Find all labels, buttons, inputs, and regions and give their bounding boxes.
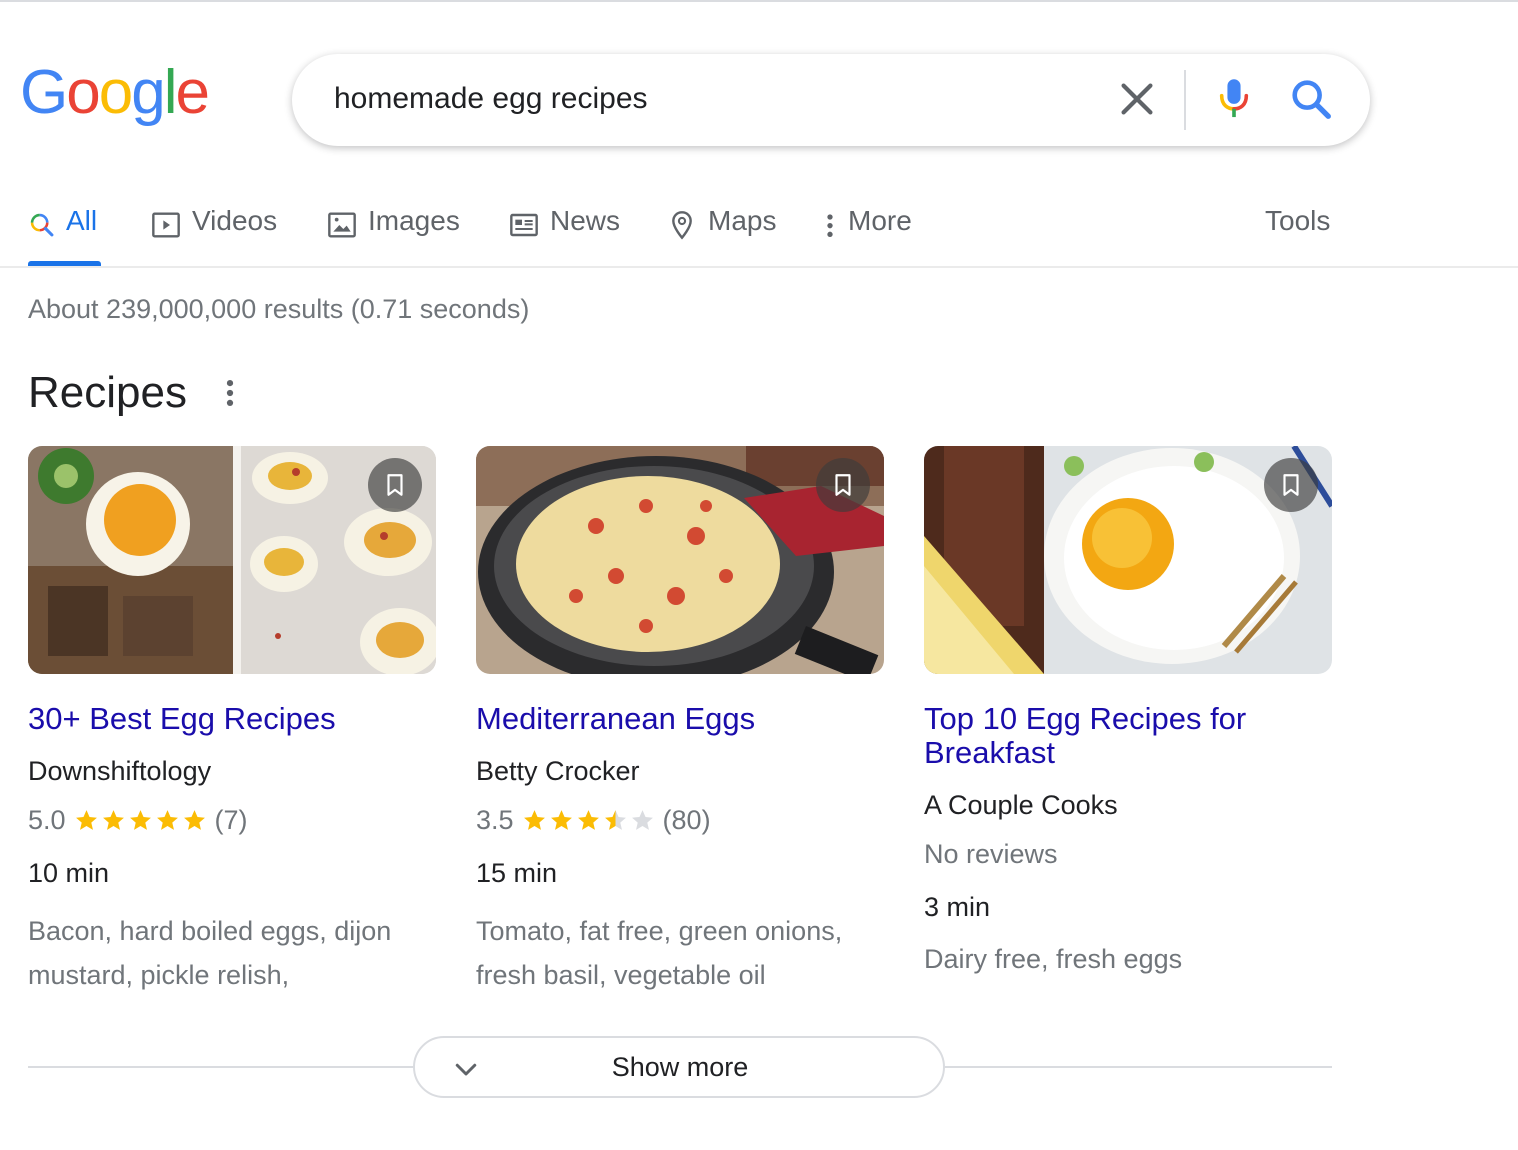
show-more-divider [28, 1066, 413, 1068]
google-logo[interactable]: Google [20, 58, 210, 127]
ingredients-line: Bacon, hard boiled eggs, dijon [28, 916, 392, 946]
bookmark-icon [1283, 474, 1299, 496]
recipe-image[interactable] [28, 446, 436, 674]
vertical-dots-icon [827, 214, 833, 237]
tools-button[interactable]: Tools [1265, 195, 1330, 267]
star-icon [75, 810, 97, 830]
news-icon [510, 213, 538, 237]
recipe-title[interactable]: 30+ Best Egg Recipes [28, 702, 436, 736]
tab-label: All [66, 205, 98, 236]
ingredients: Tomato, fat free, green onions, fresh ba… [476, 909, 884, 997]
review-count: (80) [662, 805, 711, 835]
star-icon [156, 810, 178, 830]
star-icon [577, 810, 599, 830]
recipe-card[interactable]: 30+ Best Egg Recipes Downshiftology 5.0 … [28, 446, 436, 997]
star-icon [604, 810, 626, 830]
star-icon [183, 810, 205, 830]
video-icon [152, 212, 180, 238]
tab-videos[interactable]: Videos [150, 195, 277, 267]
tab-label: Maps [708, 205, 777, 236]
star-rating [74, 808, 209, 833]
tab-label: More [848, 205, 912, 236]
close-icon[interactable] [1114, 76, 1160, 122]
save-recipe-button[interactable] [816, 458, 870, 512]
bookmark-icon [387, 474, 403, 496]
search-tabs: All Videos Images News Maps More Tools [0, 195, 1518, 267]
recipe-title-line: Breakfast [924, 735, 1055, 770]
tab-more[interactable]: More [822, 195, 912, 267]
star-rating [522, 808, 657, 833]
cook-time: 3 min [924, 892, 991, 922]
star-icon [129, 810, 151, 830]
cook-time: 10 min [28, 858, 110, 888]
show-more-label: Show more [611, 1052, 749, 1082]
search-icon [30, 213, 54, 237]
bookmark-icon [835, 474, 851, 496]
image-icon [328, 212, 356, 238]
tab-label: News [550, 205, 621, 236]
search-icon[interactable] [1288, 76, 1334, 122]
tools-label: Tools [1265, 205, 1331, 236]
logo-letter: o [66, 58, 101, 127]
logo-letter: e [175, 58, 210, 127]
no-reviews: No reviews [924, 839, 1058, 869]
map-pin-icon [672, 211, 692, 240]
section-title: Recipes [28, 368, 187, 417]
microphone-icon[interactable] [1214, 76, 1254, 122]
search-divider [1184, 70, 1186, 130]
search-input[interactable]: homemade egg recipes [334, 82, 648, 116]
recipe-source: A Couple Cooks [924, 790, 1118, 820]
tab-news[interactable]: News [508, 195, 620, 267]
ingredients-line: Tomato, fat free, green onions, [476, 916, 843, 946]
recipe-rating: 5.0 (7) [28, 805, 436, 836]
save-recipe-button[interactable] [1264, 458, 1318, 512]
recipe-title-line: Top 10 Egg Recipes for [924, 701, 1247, 736]
results-count: About 239,000,000 results (0.71 seconds) [28, 294, 530, 324]
ingredients-line: fresh basil, vegetable oil [476, 960, 766, 990]
ingredients-line: Dairy free, fresh eggs [924, 944, 1183, 974]
recipe-rating: 3.5 (80) [476, 805, 884, 836]
star-icon [631, 810, 653, 830]
cook-time: 15 min [476, 858, 558, 888]
logo-letter: G [20, 58, 68, 127]
star-icon [523, 810, 545, 830]
ingredients: Bacon, hard boiled eggs, dijon mustard, … [28, 909, 436, 997]
tab-label: Images [368, 205, 460, 236]
ingredients-line: mustard, pickle relish, [28, 960, 290, 990]
recipe-title[interactable]: Top 10 Egg Recipes for Breakfast [924, 702, 1332, 770]
save-recipe-button[interactable] [368, 458, 422, 512]
review-count: (7) [214, 805, 248, 835]
tabs-divider [0, 266, 1518, 268]
recipe-source: Betty Crocker [476, 756, 640, 786]
top-border [0, 0, 1518, 2]
recipe-card[interactable]: Top 10 Egg Recipes for Breakfast A Coupl… [924, 446, 1332, 981]
rating-value: 3.5 [476, 805, 514, 835]
star-icon [102, 810, 124, 830]
recipe-source: Downshiftology [28, 756, 212, 786]
tab-all[interactable]: All [28, 195, 101, 267]
rating-value: 5.0 [28, 805, 66, 835]
ingredients: Dairy free, fresh eggs [924, 937, 1332, 981]
tab-images[interactable]: Images [326, 195, 460, 267]
show-more-button[interactable]: Show more [413, 1036, 945, 1098]
more-options-icon[interactable] [218, 376, 242, 410]
show-more-divider [945, 1066, 1332, 1068]
star-icon [550, 810, 572, 830]
tab-label: Videos [192, 205, 278, 236]
recipe-title[interactable]: Mediterranean Eggs [476, 702, 884, 736]
recipe-image[interactable] [924, 446, 1332, 674]
search-box[interactable]: homemade egg recipes [292, 54, 1370, 146]
logo-letter: l [163, 58, 178, 127]
tab-maps[interactable]: Maps [666, 195, 776, 267]
recipe-image[interactable] [476, 446, 884, 674]
logo-letter: o [98, 58, 134, 127]
logo-letter: g [131, 58, 166, 127]
recipe-card[interactable]: Mediterranean Eggs Betty Crocker 3.5 (80… [476, 446, 884, 997]
